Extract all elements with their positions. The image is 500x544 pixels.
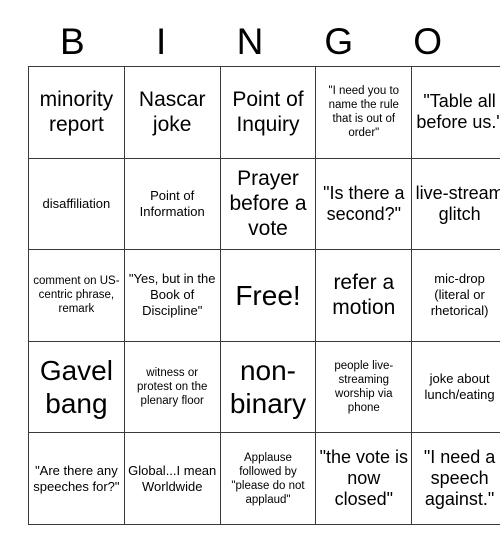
- header-letter-b: B: [60, 21, 85, 62]
- bingo-cell-i1[interactable]: Nascar joke: [123, 66, 221, 159]
- bingo-header-row: B I N G O: [28, 18, 472, 66]
- bingo-cell-text: minority report: [39, 88, 114, 137]
- bingo-cell-i5[interactable]: Global...I mean Worldwide: [123, 432, 221, 525]
- bingo-cell-text: "I need a speech against.": [423, 447, 496, 510]
- bingo-cell-text: "Yes, but in the Book of Discipline": [128, 271, 216, 319]
- bingo-grid: minority report Nascar joke Point of Inq…: [28, 66, 500, 525]
- bingo-row: Gavel bang witness or protest on the ple…: [28, 340, 500, 434]
- bingo-cell-text: Prayer before a vote: [229, 167, 307, 241]
- bingo-cell-text: disaffiliation: [42, 195, 111, 211]
- bingo-cell-b1[interactable]: minority report: [28, 66, 125, 159]
- bingo-cell-o5[interactable]: "I need a speech against.": [411, 432, 500, 525]
- bingo-cell-text: "I need you to name the rule that is out…: [328, 85, 400, 140]
- header-letter-i: I: [156, 21, 167, 62]
- bingo-cell-g5[interactable]: "the vote is now closed": [315, 432, 413, 525]
- bingo-cell-g1[interactable]: "I need you to name the rule that is out…: [315, 66, 413, 159]
- bingo-cell-g3[interactable]: refer a motion: [315, 249, 413, 342]
- bingo-row: comment on US-centric phrase, remark "Ye…: [28, 249, 500, 342]
- bingo-cell-n2[interactable]: Prayer before a vote: [219, 157, 317, 251]
- bingo-cell-text: Global...I mean Worldwide: [128, 462, 217, 494]
- bingo-cell-o4[interactable]: joke about lunch/eating: [411, 340, 500, 434]
- bingo-cell-text: joke about lunch/eating: [424, 371, 495, 403]
- bingo-cell-text: live-stream glitch: [415, 182, 500, 224]
- bingo-cell-b4[interactable]: Gavel bang: [28, 340, 125, 434]
- bingo-cell-n1[interactable]: Point of Inquiry: [219, 66, 317, 159]
- bingo-cell-text: "Is there a second?": [323, 182, 405, 224]
- bingo-cell-text: people live-streaming worship via phone: [334, 360, 394, 415]
- bingo-row: disaffiliation Point of Information Pray…: [28, 157, 500, 251]
- bingo-cell-text: Point of Inquiry: [232, 88, 304, 137]
- bingo-cell-text: Applause followed by "please do not appl…: [231, 451, 305, 506]
- bingo-cell-o3[interactable]: mic-drop (literal or rhetorical): [411, 249, 500, 342]
- bingo-cell-text: "the vote is now closed": [319, 447, 408, 510]
- bingo-cell-g4[interactable]: people live-streaming worship via phone: [315, 340, 413, 434]
- bingo-cell-b2[interactable]: disaffiliation: [28, 157, 125, 251]
- bingo-cell-text: comment on US-centric phrase, remark: [33, 275, 120, 316]
- bingo-cell-text: Nascar joke: [138, 88, 206, 137]
- bingo-cell-i4[interactable]: witness or protest on the plenary floor: [123, 340, 221, 434]
- bingo-row: minority report Nascar joke Point of Inq…: [28, 66, 500, 159]
- bingo-cell-text: "Table all before us.": [416, 91, 500, 133]
- bingo-cell-o2[interactable]: live-stream glitch: [411, 157, 500, 251]
- bingo-cell-b5[interactable]: "Are there any speeches for?": [28, 432, 125, 525]
- bingo-cell-free[interactable]: Free!: [219, 249, 317, 342]
- bingo-cell-text: "Are there any speeches for?": [33, 462, 120, 494]
- bingo-cell-text: mic-drop (literal or rhetorical): [430, 271, 489, 319]
- bingo-cell-text: Point of Information: [139, 187, 205, 219]
- bingo-cell-g2[interactable]: "Is there a second?": [315, 157, 413, 251]
- bingo-cell-i2[interactable]: Point of Information: [123, 157, 221, 251]
- header-letter-n: N: [236, 21, 264, 62]
- bingo-cell-o1[interactable]: "Table all before us.": [411, 66, 500, 159]
- bingo-card: B I N G O minority report Nascar joke Po…: [28, 18, 500, 525]
- header-letter-o: O: [413, 21, 442, 62]
- bingo-cell-i3[interactable]: "Yes, but in the Book of Discipline": [123, 249, 221, 342]
- bingo-cell-text: Free!: [235, 279, 301, 311]
- header-letter-g: G: [324, 21, 354, 62]
- bingo-cell-n4[interactable]: non-binary: [219, 340, 317, 434]
- bingo-cell-text: Gavel bang: [39, 355, 113, 420]
- bingo-cell-text: witness or protest on the plenary floor: [137, 367, 208, 408]
- bingo-cell-text: refer a motion: [332, 271, 396, 320]
- bingo-cell-n5[interactable]: Applause followed by "please do not appl…: [219, 432, 317, 525]
- bingo-cell-text: non-binary: [229, 355, 307, 420]
- bingo-cell-b3[interactable]: comment on US-centric phrase, remark: [28, 249, 125, 342]
- bingo-row: "Are there any speeches for?" Global...I…: [28, 432, 500, 525]
